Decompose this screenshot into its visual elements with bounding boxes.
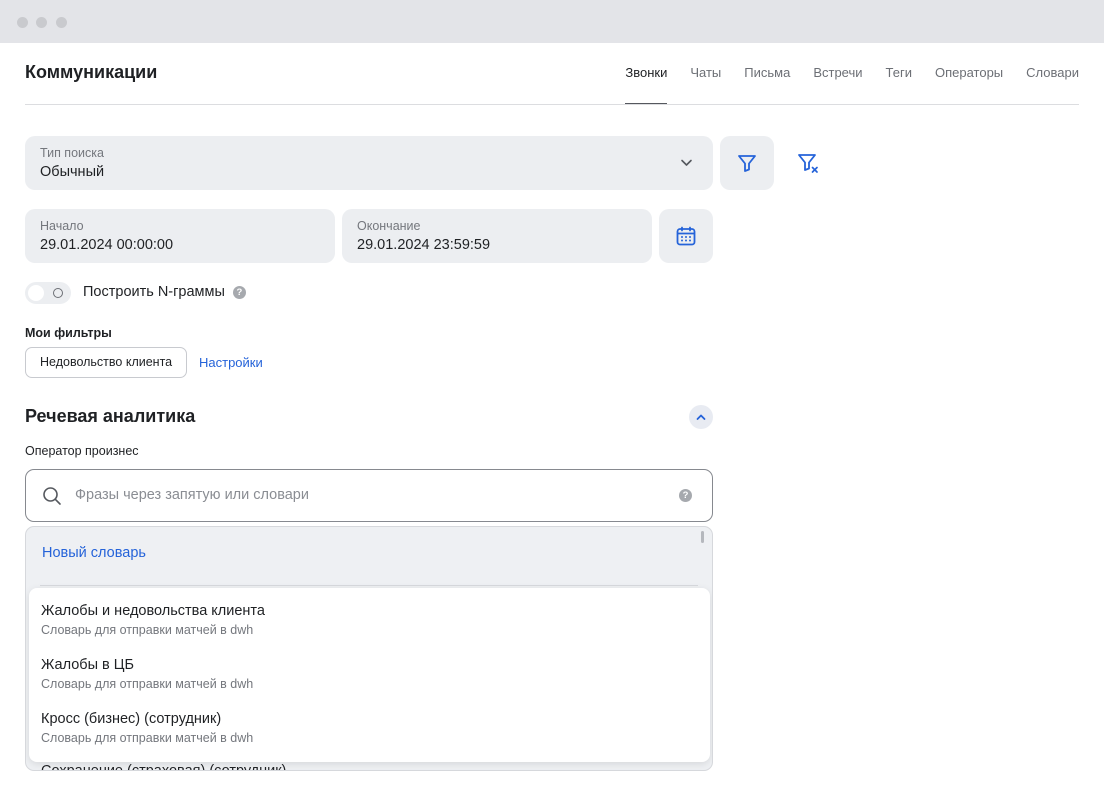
new-dictionary-button[interactable]: Новый словарь: [42, 545, 146, 561]
top-tabs: Звонки Чаты Письма Встречи Теги Оператор…: [625, 58, 1079, 106]
ngram-label: Построить N-граммы: [83, 284, 225, 300]
end-date-value: 29.01.2024 23:59:59: [357, 237, 491, 253]
dictionary-dropdown: Новый словарь Жалобы и недовольства клие…: [25, 526, 713, 771]
filters-settings-link[interactable]: Настройки: [199, 355, 263, 370]
search-type-select[interactable]: Тип поиска Обычный: [25, 136, 713, 190]
filter-button[interactable]: [720, 136, 774, 190]
tab-dictionaries[interactable]: Словари: [1026, 58, 1079, 105]
clear-filter-button[interactable]: [785, 136, 831, 190]
help-icon[interactable]: ?: [232, 285, 246, 299]
tab-tags[interactable]: Теги: [886, 58, 912, 105]
dictionary-name: Жалобы в ЦБ: [41, 657, 135, 673]
toggle-off-indicator: [53, 288, 63, 298]
list-item[interactable]: Кросс (бизнес) (сотрудник) Словарь для о…: [41, 709, 253, 763]
tab-emails[interactable]: Письма: [744, 58, 790, 105]
help-icon[interactable]: ?: [679, 489, 692, 502]
phrase-search-input[interactable]: Фразы через запятую или словари ?: [25, 469, 713, 522]
collapse-section-button[interactable]: [689, 405, 713, 429]
list-item-partial[interactable]: Сохранение (страховая) (сотрудник): [41, 763, 286, 770]
filter-clear-icon: [798, 154, 818, 173]
calendar-button[interactable]: [659, 209, 713, 263]
start-date-field[interactable]: Начало 29.01.2024 00:00:00: [25, 209, 335, 263]
dictionary-desc: Словарь для отправки матчей в dwh: [41, 731, 254, 745]
tab-calls[interactable]: Звонки: [625, 58, 667, 105]
list-item[interactable]: Жалобы и недовольства клиента Словарь дл…: [41, 601, 265, 655]
filter-icon: [738, 155, 756, 172]
window-titlebar: [0, 0, 1104, 43]
search-icon: [43, 487, 61, 505]
dictionary-name: Жалобы и недовольства клиента: [41, 603, 265, 619]
window-minimize-button[interactable]: [36, 17, 47, 28]
calendar-icon: [676, 226, 696, 246]
end-date-field[interactable]: Окончание 29.01.2024 23:59:59: [342, 209, 652, 263]
search-type-value: Обычный: [40, 164, 105, 180]
header-divider: [25, 104, 1079, 105]
tab-meetings[interactable]: Встречи: [813, 58, 862, 105]
dropdown-scrollbar[interactable]: [701, 531, 704, 543]
search-type-label: Тип поиска: [40, 146, 104, 160]
start-date-label: Начало: [40, 219, 84, 233]
window-zoom-button[interactable]: [56, 17, 67, 28]
speech-analytics-title: Речевая аналитика: [25, 406, 196, 426]
dictionary-desc: Словарь для отправки матчей в dwh: [41, 677, 254, 691]
dictionary-desc: Словарь для отправки матчей в dwh: [41, 623, 254, 637]
dropdown-divider: [40, 585, 698, 586]
tab-operators[interactable]: Операторы: [935, 58, 1003, 105]
chevron-up-icon: [696, 414, 706, 420]
my-filters-title: Мои фильтры: [25, 326, 112, 340]
list-item[interactable]: Жалобы в ЦБ Словарь для отправки матчей …: [41, 655, 253, 709]
start-date-value: 29.01.2024 00:00:00: [40, 237, 174, 253]
tab-chats[interactable]: Чаты: [690, 58, 721, 105]
dictionary-name: Кросс (бизнес) (сотрудник): [41, 711, 222, 727]
end-date-label: Окончание: [357, 219, 421, 233]
ngram-toggle[interactable]: [25, 282, 71, 304]
filter-chip-customer-dissatisfaction[interactable]: Недовольство клиента: [25, 347, 188, 378]
ngram-label-row: Построить N-граммы ?: [83, 284, 246, 300]
dictionary-list: Жалобы и недовольства клиента Словарь дл…: [29, 588, 710, 762]
chevron-down-icon: [681, 159, 692, 166]
window-close-button[interactable]: [17, 17, 28, 28]
operator-said-label: Оператор произнес: [25, 444, 139, 458]
page-title: Коммуникации: [25, 62, 158, 82]
toggle-knob: [28, 285, 44, 301]
search-placeholder: Фразы через запятую или словари: [75, 487, 309, 503]
